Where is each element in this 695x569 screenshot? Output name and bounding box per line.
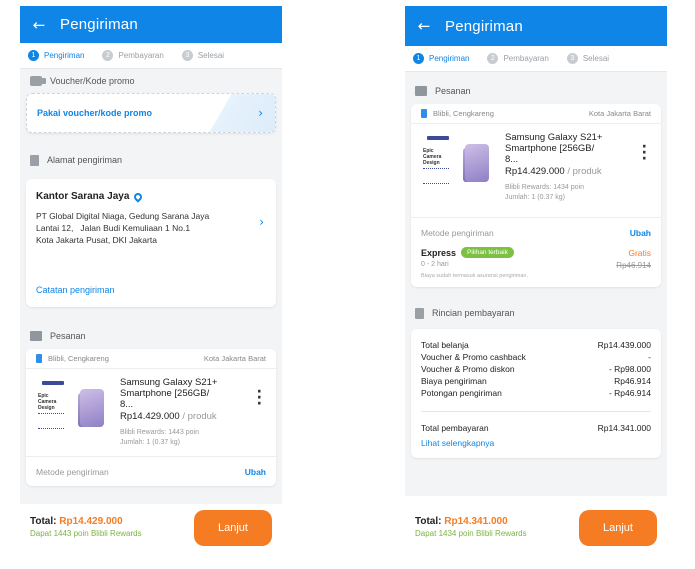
receipt-icon [415,307,424,319]
checkout-stepper: 1 Pengiriman 2 Pembayaran 3 Selesai [20,43,282,69]
voucher-button-label: Pakai voucher/kode promo [37,108,153,118]
app-bar: ← Pengiriman [405,6,667,46]
location-pin-icon [132,190,145,203]
shipping-old-price: Rp46.914 [616,261,651,270]
product-row: Epic Camera Design Samsung Galaxy S21+ Sm… [26,369,276,456]
checkout-footer: Total: Rp14.429.000 Dapat 1443 poin Blib… [20,504,282,560]
chevron-right-icon: › [258,106,263,120]
step-payment: 2 Pembayaran [102,50,164,61]
shipping-note: Biaya sudah termasuk asuransi pengiriman… [421,273,529,279]
address-card[interactable]: Kantor Sarana Jaya PT Global Digital Nia… [26,179,276,307]
checkout-footer: Total: Rp14.341.000 Dapat 1434 poin Blib… [405,504,667,560]
step-done: 3 Selesai [566,53,609,64]
product-meta: Blibli Rewards: 1434 poin Jumlah: 1 (0.37… [505,184,584,201]
delivery-note-link[interactable]: Catatan pengiriman [36,285,115,295]
best-choice-badge: Pilihan terbaik [461,247,514,258]
voucher-section-title: Voucher/Kode promo [20,69,282,93]
product-name: Samsung Galaxy S21+ Smartphone [256GB/ 8.… [505,132,603,165]
more-vertical-icon[interactable]: · · · [257,385,262,411]
payment-details-card: Total belanja Rp14.439.000 Voucher & Prom… [411,329,661,458]
step-shipping: 1 Pengiriman [413,53,469,64]
shipping-method-row: Metode pengiriman Ubah [26,456,276,486]
shipping-eta: 0 - 2 hari [421,261,449,268]
page-title: Pengiriman [445,17,523,35]
step-payment: 2 Pembayaran [487,53,549,64]
box-icon [415,86,427,96]
see-more-link[interactable]: Lihat selengkapnya [421,438,651,448]
product-info: Samsung Galaxy S21+ Smartphone [256GB/ 8.… [120,377,266,448]
document-icon [30,154,39,166]
left-screen: ← Pengiriman 1 Pengiriman 2 Pembayaran 3 Se… [20,6,282,560]
voucher-icon [30,76,46,86]
store-icon [421,109,427,118]
shipping-method-section: Metode pengiriman Ubah Express Pilihan te… [411,217,661,287]
product-info: Samsung Galaxy S21+ Smartphone [256GB/ 8.… [505,132,651,203]
page-title: Pengiriman [60,16,138,33]
payment-row: Voucher & Promo diskon - Rp98.000 [421,364,651,374]
order-card: Blibli, Cengkareng Kota Jakarta Barat Ep… [411,104,661,287]
payment-row: Biaya pengiriman Rp46.914 [421,376,651,386]
edit-shipping-link[interactable]: Ubah [630,228,651,238]
payment-row: Voucher & Promo cashback - [421,352,651,362]
voucher-button[interactable]: Pakai voucher/kode promo › [26,93,276,133]
order-section-title: Pesanan [20,307,282,349]
store-row: Blibli, Cengkareng Kota Jakarta Barat [26,349,276,369]
product-price: Rp14.429.000 / produk [120,411,217,422]
product-image: Epic Camera Design [421,134,493,196]
more-vertical-icon[interactable]: · · · [642,140,647,166]
payment-section-title: Rincian pembayaran [405,287,667,329]
store-icon [36,354,42,363]
address-section-title: Alamat pengiriman [20,133,282,179]
app-bar: ← Pengiriman [20,6,282,43]
order-section-title: Pesanan [405,72,667,104]
continue-button[interactable]: Lanjut [194,510,272,546]
shipping-price-free: Gratis [628,247,651,258]
address-text: PT Global Digital Niaga, Gedung Sarana J… [36,211,210,245]
payment-total-row: Total pembayaran Rp14.341.000 [421,423,651,433]
divider [421,411,651,412]
product-price: Rp14.429.000 / produk [505,166,602,177]
payment-row: Total belanja Rp14.439.000 [421,340,651,350]
arrow-left-icon[interactable]: ← [415,17,433,35]
step-shipping: 1 Pengiriman [28,50,84,61]
order-card: Blibli, Cengkareng Kota Jakarta Barat Ep… [26,349,276,486]
box-icon [30,331,42,341]
product-meta: Blibli Rewards: 1443 poin Jumlah: 1 (0.37… [120,429,199,446]
checkout-stepper: 1 Pengiriman 2 Pembayaran 3 Selesai [405,46,667,72]
store-row: Blibli, Cengkareng Kota Jakarta Barat [411,104,661,124]
shipping-type: Express [421,247,457,258]
arrow-left-icon[interactable]: ← [30,16,48,34]
step-done: 3 Selesai [181,50,224,61]
product-row: Epic Camera Design Samsung Galaxy S21+ Sm… [411,124,661,217]
continue-button[interactable]: Lanjut [579,510,657,546]
product-image: Epic Camera Design [36,379,108,441]
payment-row: Potongan pengiriman - Rp46.914 [421,388,651,398]
store-city: Kota Jakarta Barat [203,354,266,363]
chevron-right-icon[interactable]: › [259,215,264,229]
address-name: Kantor Sarana Jaya [36,190,266,203]
edit-shipping-link[interactable]: Ubah [245,467,266,477]
right-screen: ← Pengiriman 1 Pengiriman 2 Pembayaran 3 Se… [405,6,667,496]
store-city: Kota Jakarta Barat [588,109,651,118]
product-name: Samsung Galaxy S21+ Smartphone [256GB/ 8.… [120,377,218,410]
